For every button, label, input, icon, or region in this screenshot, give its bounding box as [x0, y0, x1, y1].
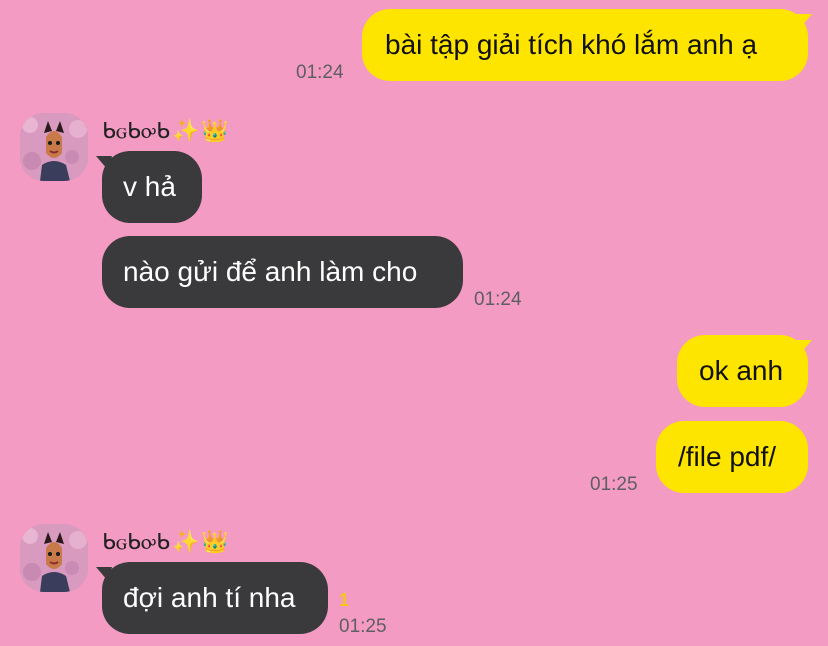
message-text: v hả [123, 171, 176, 202]
message-timestamp: 01:24 [474, 289, 522, 310]
bubble-tail [796, 340, 812, 354]
sparkles-icon: ✨ [172, 118, 200, 143]
message-text: bài tập giải tích khó lắm anh ạ [385, 29, 758, 60]
avatar-image [20, 524, 88, 592]
message-text: nào gửi để anh làm cho [123, 256, 418, 287]
sender-name: ᑲꮐᑲꭴᑲ [102, 118, 170, 143]
sender-name: ᑲꮐᑲꭴᑲ [102, 529, 170, 554]
message-timestamp: 01:24 [296, 62, 344, 83]
message-text: đợi anh tí nha [123, 582, 296, 613]
avatar-image [20, 113, 88, 181]
message-timestamp: 01:25 [339, 616, 387, 637]
message-bubble-mine[interactable]: bài tập giải tích khó lắm anh ạ [362, 9, 808, 81]
bubble-tail [796, 14, 812, 28]
bubble-tail [96, 156, 112, 170]
message-bubble-mine[interactable]: ok anh [677, 335, 808, 407]
crown-icon: 👑 [201, 118, 229, 143]
sender-name-row: ᑲꮐᑲꭴᑲ ✨ 👑 [102, 118, 229, 144]
bubble-tail [96, 567, 112, 581]
avatar[interactable] [20, 524, 88, 592]
message-bubble-theirs[interactable]: đợi anh tí nha [102, 562, 328, 634]
sender-name-row: ᑲꮐᑲꭴᑲ ✨ 👑 [102, 529, 229, 555]
message-timestamp: 01:25 [590, 474, 638, 495]
crown-icon: 👑 [201, 529, 229, 554]
sparkles-icon: ✨ [172, 529, 200, 554]
avatar[interactable] [20, 113, 88, 181]
message-text: /file pdf/ [678, 441, 777, 472]
message-bubble-theirs[interactable]: nào gửi để anh làm cho [102, 236, 463, 308]
message-bubble-theirs[interactable]: v hả [102, 151, 202, 223]
unread-count: 1 [339, 590, 350, 610]
message-text: ok anh [699, 355, 784, 386]
message-bubble-mine[interactable]: /file pdf/ [656, 421, 808, 493]
